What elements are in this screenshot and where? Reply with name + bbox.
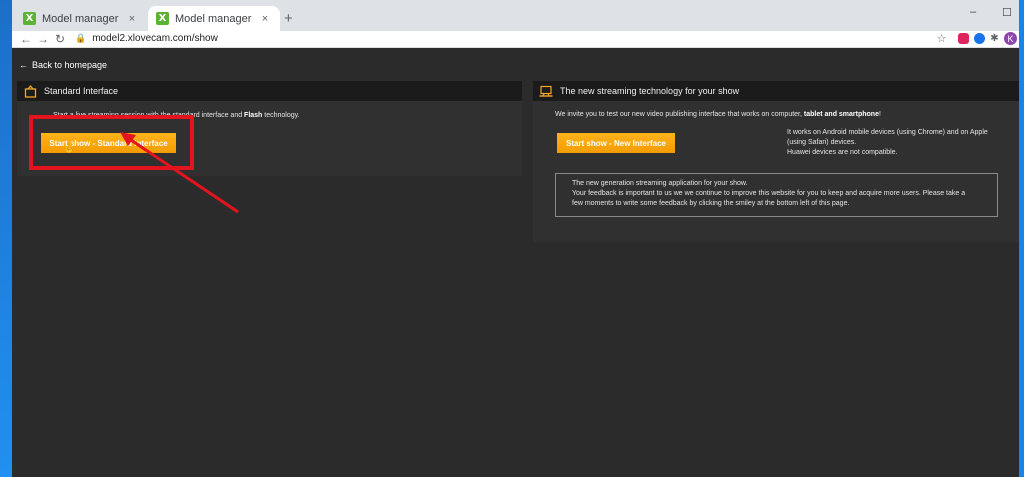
xlovecam-favicon-icon: X [23,12,36,25]
new-interface-panel: The new streaming technology for your sh… [533,81,1019,242]
desktop-background-left [0,0,12,477]
invite-text: We invite you to test our new video publ… [555,111,881,118]
annotation-highlight-box [29,115,194,170]
extension-red-icon[interactable] [958,33,969,44]
xlovecam-favicon-icon: X [156,12,169,25]
tab-settings[interactable]: X Model manager - Settings × [15,6,147,31]
compatibility-text: It works on Android mobile devices (usin… [787,129,988,156]
back-arrow-icon[interactable]: ← [20,32,32,46]
close-icon[interactable]: × [125,13,139,25]
browser-window: X Model manager - Settings × X Model man… [12,0,1019,477]
new-tab-button[interactable]: + [284,10,293,27]
extensions-puzzle-icon[interactable]: ✱ [989,33,1000,44]
tab-label: Model manager - Settings [42,12,119,25]
profile-avatar[interactable]: K [1004,32,1017,45]
page-content: ← Back to homepage Standard Interface St… [12,48,1019,477]
address-bar[interactable]: 🔒 model2.xlovecam.com/show [75,33,218,44]
mouse-cursor-icon: ☝ [63,143,76,154]
minimize-button[interactable]: – [970,6,976,18]
close-icon[interactable]: × [258,13,272,25]
reload-icon[interactable]: ↻ [55,32,65,46]
panel-title: The new streaming technology for your sh… [560,86,740,96]
bookmark-star-icon[interactable]: ☆ [936,33,947,45]
back-arrow-icon: ← [19,60,28,70]
tab-show[interactable]: X Model manager - Show × [148,6,280,31]
tab-label: Model manager - Show [175,12,252,25]
box-icon [23,84,37,98]
tab-strip: X Model manager - Settings × X Model man… [12,0,1019,31]
panel-header: Standard Interface [17,81,522,101]
maximize-button[interactable]: ☐ [1002,6,1012,19]
lock-icon: 🔒 [75,33,87,43]
panel-title: Standard Interface [44,86,119,96]
devices-icon [539,84,553,98]
back-to-homepage-link[interactable]: ← Back to homepage [19,60,107,70]
extension-blue-icon[interactable] [974,33,985,44]
start-show-new-interface-button[interactable]: Start show - New Interface [557,133,675,153]
browser-toolbar: ← → ↻ 🔒 model2.xlovecam.com/show ☆ ✱ K [12,31,1019,48]
desktop-background-right [1019,0,1024,477]
url-text: model2.xlovecam.com/show [92,33,218,44]
back-link-label: Back to homepage [32,60,108,70]
panel-header: The new streaming technology for your sh… [533,81,1019,101]
forward-arrow-icon[interactable]: → [37,32,49,46]
feedback-info-box: The new generation streaming application… [555,173,998,217]
